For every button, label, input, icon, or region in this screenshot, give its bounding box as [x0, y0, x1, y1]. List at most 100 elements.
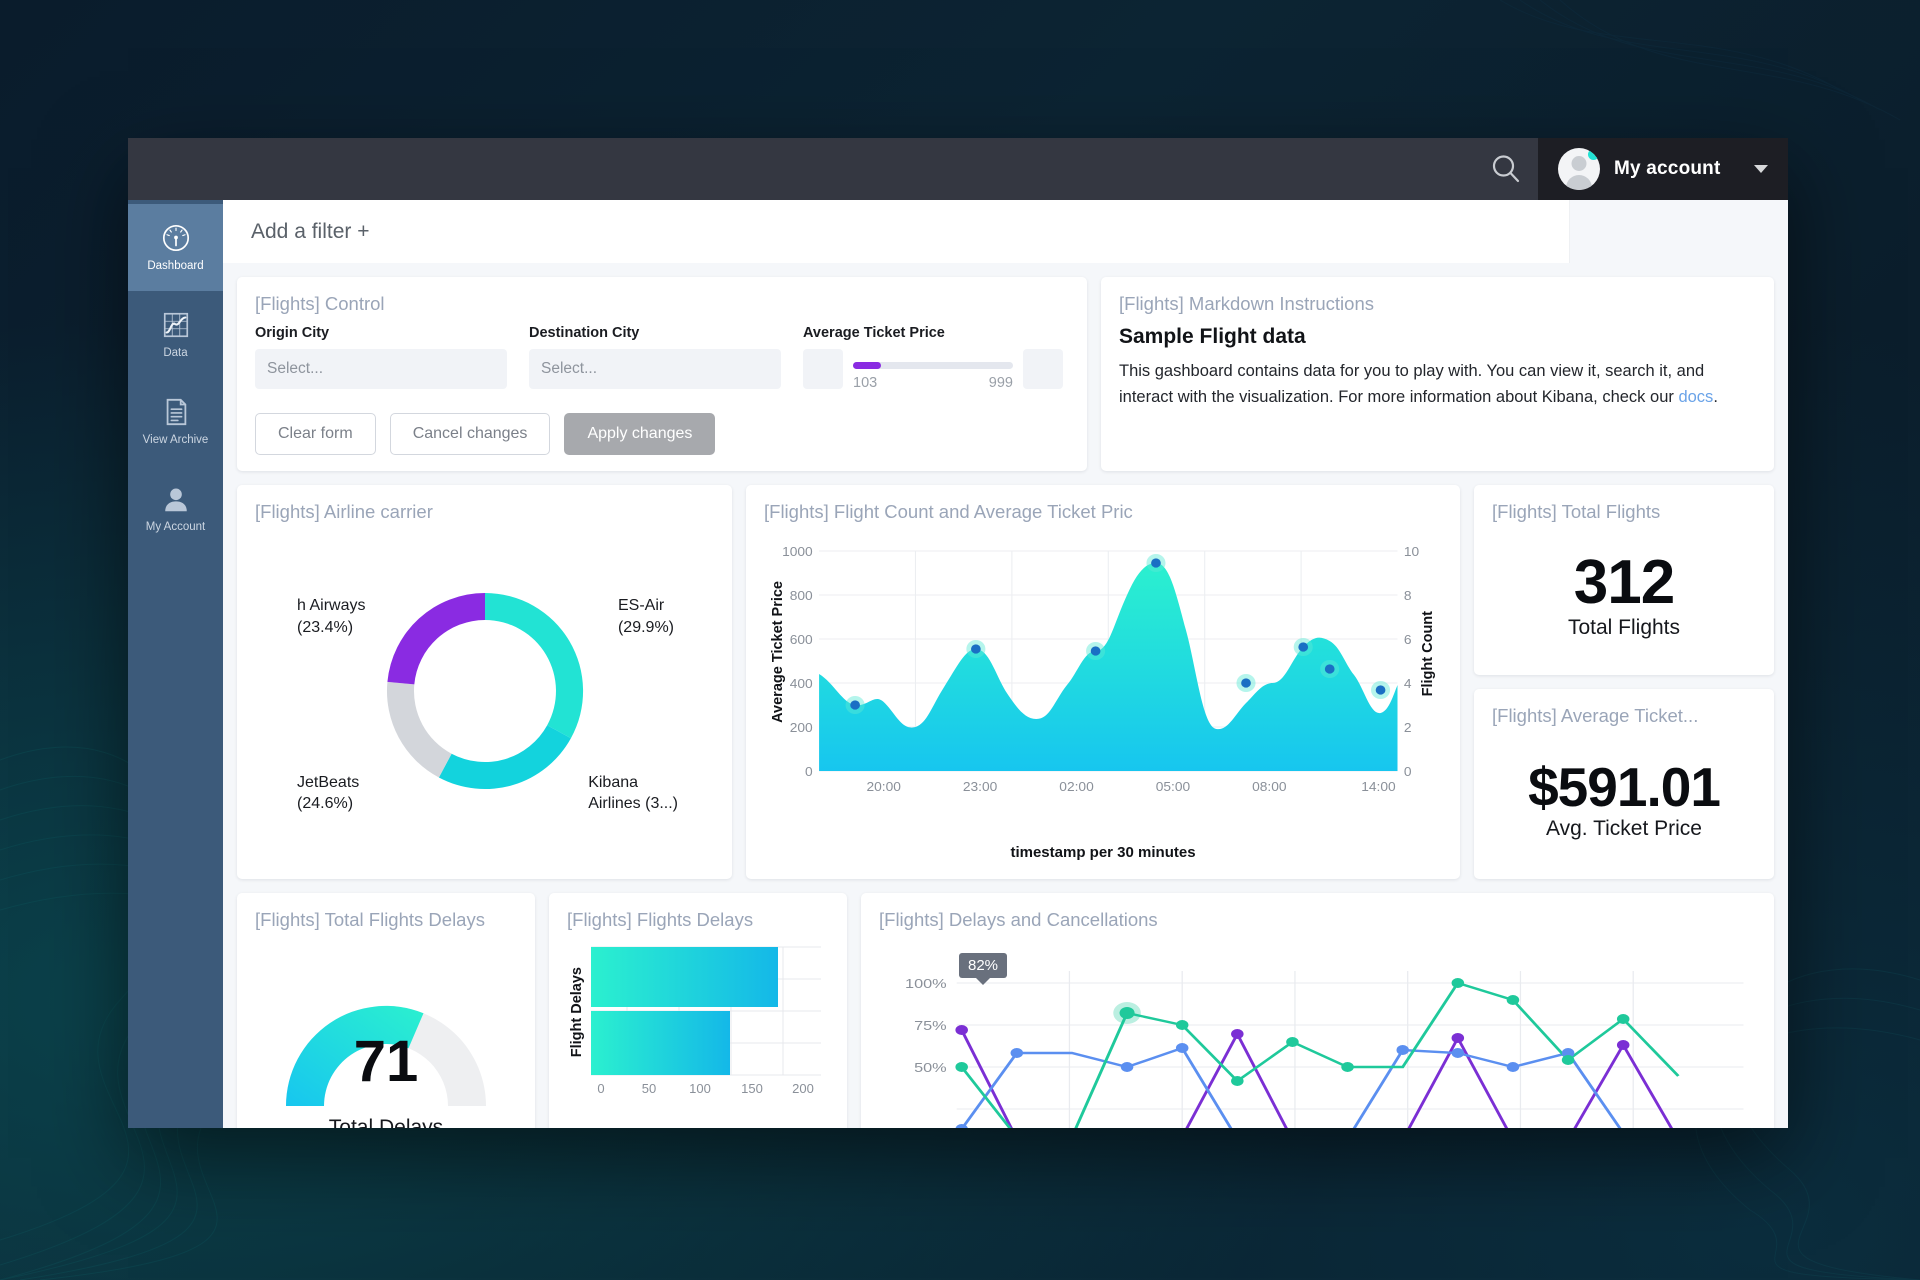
chart-icon	[163, 312, 188, 338]
slider-track[interactable]	[853, 362, 1013, 369]
svg-text:0: 0	[805, 764, 813, 779]
panel-flights-control: [Flights] Control Origin City Select... …	[237, 277, 1087, 471]
svg-text:100%: 100%	[905, 977, 947, 991]
sidebar-item-label: View Archive	[142, 434, 209, 446]
area-x-axis-label: timestamp per 30 minutes	[1010, 844, 1196, 861]
donut-label-es-air: ES-Air (29.9%)	[617, 597, 674, 636]
sidebar-item-data[interactable]: Data	[128, 291, 223, 378]
panel-airline-carrier: [Flights] Airline carrier h Airways (23.…	[237, 485, 732, 879]
total-delays-value: 71	[353, 1029, 419, 1094]
markdown-text-1: This gashboard contains data for you to …	[1119, 362, 1705, 406]
panel-title: [Flights] Flight Count and Average Ticke…	[764, 501, 1133, 522]
area-y2-axis-label: Flight Count	[1420, 611, 1436, 697]
panel-flights-delays: [Flights] Flights Delays Flight Delays 0…	[549, 893, 847, 1128]
destination-city-field: Destination City Select...	[529, 325, 781, 389]
bar-delay-a[interactable]	[591, 947, 778, 1007]
chart-tooltip: 82%	[959, 953, 1008, 978]
account-menu[interactable]: My account	[1538, 138, 1788, 200]
price-range-slider[interactable]: 103 999	[853, 349, 1013, 391]
clear-form-button[interactable]: Clear form	[255, 413, 376, 455]
panel-title: [Flights] Total Flights Delays	[255, 909, 485, 930]
avg-ticket-price-caption: Avg. Ticket Price	[1545, 816, 1702, 840]
dashboard-canvas: [Flights] Control Origin City Select... …	[223, 263, 1788, 1128]
svg-text:14:00: 14:00	[1361, 779, 1395, 794]
svg-text:0: 0	[597, 1081, 604, 1096]
svg-text:600: 600	[790, 632, 813, 647]
panel-title: [Flights] Markdown Instructions	[1119, 293, 1374, 314]
donut-slice-kibana-airlines[interactable]	[438, 725, 571, 790]
sidebar-item-label: Data	[163, 347, 188, 359]
markdown-text-2: .	[1713, 387, 1718, 406]
origin-city-select[interactable]: Select...	[255, 349, 507, 389]
average-ticket-price-field: Average Ticket Price 103 999	[803, 325, 1063, 391]
svg-text:150: 150	[741, 1081, 763, 1096]
area-chart: Average Ticket Price Flight Count 1000 8…	[764, 533, 1442, 863]
donut-label-jetbeats: JetBeats (24.6%)	[297, 773, 360, 813]
panel-total-flights: [Flights] Total Flights 312 Total Flight…	[1474, 485, 1774, 675]
destination-city-select[interactable]: Select...	[529, 349, 781, 389]
panel-title: [Flights] Control	[255, 293, 385, 314]
account-name-label: My account	[1614, 158, 1721, 179]
gauge-icon	[162, 224, 189, 252]
user-icon	[164, 488, 187, 512]
metric-column: [Flights] Total Flights 312 Total Flight…	[1474, 485, 1774, 879]
gauge-chart: 71 Total Delays	[255, 941, 517, 1128]
svg-text:02:00: 02:00	[1059, 779, 1093, 794]
svg-text:8: 8	[1404, 588, 1412, 603]
svg-text:50%: 50%	[914, 1061, 947, 1075]
svg-text:4: 4	[1404, 676, 1412, 691]
svg-text:10: 10	[1404, 544, 1419, 559]
price-max-input[interactable]	[1023, 349, 1063, 389]
price-min-input[interactable]	[803, 349, 843, 389]
add-filter-button[interactable]: Add a filter +	[251, 220, 369, 244]
avg-ticket-price-value: $591.01	[1528, 755, 1721, 818]
sidebar-item-label: My Account	[145, 521, 206, 533]
avatar	[1558, 148, 1600, 190]
bar-chart-svg: 0 50 100 150 200	[591, 946, 821, 1096]
panel-average-ticket-price: [Flights] Average Ticket... $591.01 Avg.…	[1474, 689, 1774, 879]
slider-fill	[853, 362, 881, 369]
donut-slice-jetbeats[interactable]	[386, 682, 452, 778]
bars-x-axis-label: Count	[593, 1127, 829, 1128]
sidebar-item-view-archive[interactable]: View Archive	[128, 378, 223, 465]
svg-text:200: 200	[790, 720, 813, 735]
svg-text:6: 6	[1404, 632, 1412, 647]
line-chart-svg: 100% 75% 50%	[905, 971, 1744, 1128]
sidebar-item-my-account[interactable]: My Account	[128, 465, 223, 552]
search-button[interactable]	[1474, 138, 1538, 200]
svg-text:2: 2	[1404, 720, 1412, 735]
panel-total-flights-delays: [Flights] Total Flights Delays 71 Total …	[237, 893, 535, 1128]
sidebar-item-dashboard[interactable]: Dashboard	[128, 204, 223, 291]
bars-y-axis-label: Flight Delays	[569, 967, 585, 1058]
top-header-bar: My account	[128, 138, 1788, 200]
markdown-body: This gashboard contains data for you to …	[1119, 359, 1756, 410]
donut-slice-h-airways[interactable]	[386, 593, 485, 685]
panel-title: [Flights] Flights Delays	[567, 909, 754, 930]
sidebar-nav: Dashboard Data View Archive My Account	[128, 200, 223, 1128]
svg-text:08:00: 08:00	[1252, 779, 1286, 794]
bar-delay-b[interactable]	[591, 1011, 730, 1075]
sidebar-item-label: Dashboard	[147, 260, 204, 272]
price-min-value: 103	[853, 375, 878, 391]
donut-slice-es-air[interactable]	[484, 593, 583, 739]
total-delays-caption: Total Delays	[328, 1116, 444, 1128]
panel-markdown-instructions: [Flights] Markdown Instructions Sample F…	[1101, 277, 1774, 471]
cancel-changes-button[interactable]: Cancel changes	[389, 413, 551, 455]
highlighted-data-point[interactable]	[1119, 1007, 1135, 1019]
panel-delays-and-cancellations: [Flights] Delays and Cancellations 100% …	[861, 893, 1774, 1128]
origin-city-label: Origin City	[255, 325, 330, 341]
donut-label-h-airways: h Airways (23.4%)	[297, 597, 366, 636]
svg-text:20:00: 20:00	[866, 779, 900, 794]
svg-text:400: 400	[790, 676, 813, 691]
apply-changes-button[interactable]: Apply changes	[564, 413, 716, 455]
svg-text:05:00: 05:00	[1156, 779, 1190, 794]
markdown-heading: Sample Flight data	[1119, 325, 1306, 348]
panel-title: [Flights] Airline carrier	[255, 501, 433, 522]
main-content: Add a filter + [Flights] Control Origin …	[223, 200, 1788, 1128]
svg-text:1000: 1000	[782, 544, 813, 559]
panel-title: [Flights] Total Flights	[1492, 501, 1661, 522]
average-ticket-price-label: Average Ticket Price	[803, 325, 945, 341]
docs-link[interactable]: docs	[1678, 388, 1713, 406]
panel-flight-count-avg-price: [Flights] Flight Count and Average Ticke…	[746, 485, 1460, 879]
chevron-down-icon[interactable]	[1754, 165, 1768, 173]
